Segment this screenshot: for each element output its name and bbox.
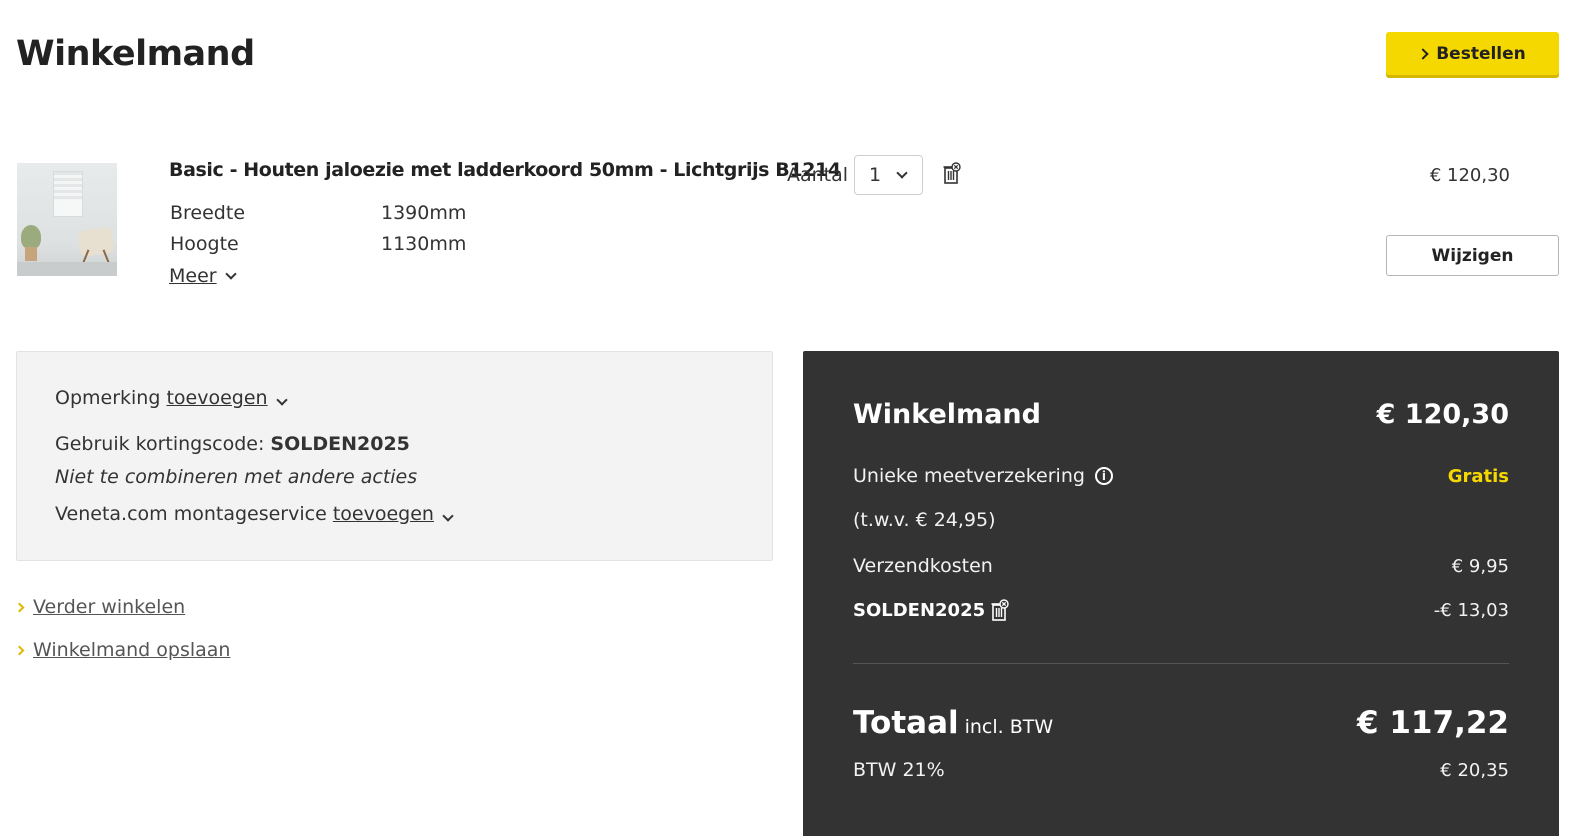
trash-icon[interactable] xyxy=(991,599,1009,621)
quantity-value: 1 xyxy=(869,164,882,186)
summary-subtotal: € 120,30 xyxy=(1376,399,1509,430)
total-suffix: incl. BTW xyxy=(964,716,1054,738)
shipping-label: Verzendkosten xyxy=(853,555,993,577)
quantity-select[interactable]: 1 xyxy=(854,155,923,195)
chevron-down-icon[interactable] xyxy=(442,510,454,522)
quantity-label: Aantal xyxy=(787,164,849,186)
continue-shopping-link[interactable]: Verder winkelen xyxy=(14,596,185,618)
insurance-note-row: (t.w.v. € 24,95) xyxy=(853,509,1509,531)
chevron-right-icon xyxy=(14,645,25,655)
shipping-row: Verzendkosten € 9,95 xyxy=(853,555,1509,577)
product-thumbnail[interactable] xyxy=(17,163,117,276)
shipping-value: € 9,95 xyxy=(1451,556,1509,577)
total-value: € 117,22 xyxy=(1357,705,1509,741)
spec-value-width: 1390mm xyxy=(381,202,467,224)
spec-value-height: 1130mm xyxy=(381,233,467,255)
order-button-label: Bestellen xyxy=(1436,43,1526,64)
chevron-down-icon[interactable] xyxy=(275,394,288,406)
chevron-down-icon xyxy=(896,167,908,179)
chevron-right-icon xyxy=(1417,48,1429,60)
discount-summary-row: SOLDEN2025 -€ 13,03 xyxy=(853,599,1509,621)
summary-header: Winkelmand € 120,30 xyxy=(853,399,1509,430)
remark-row: Opmerking toevoegen xyxy=(55,387,288,409)
insurance-label: Unieke meetverzekering xyxy=(853,465,1085,487)
spec-label-width: Breedte xyxy=(170,202,246,224)
order-summary: Winkelmand € 120,30 Unieke meetverzekeri… xyxy=(803,351,1559,836)
insurance-note: (t.w.v. € 24,95) xyxy=(853,509,996,531)
montage-add-link[interactable]: toevoegen xyxy=(333,503,434,525)
discount-code: SOLDEN2025 xyxy=(270,433,410,455)
edit-button[interactable]: Wijzigen xyxy=(1386,235,1559,276)
summary-divider xyxy=(853,663,1509,664)
item-price: € 120,30 xyxy=(1429,165,1510,186)
total-row: Totaal incl. BTW € 117,22 xyxy=(853,705,1509,741)
insurance-row: Unieke meetverzekering i Gratis xyxy=(853,465,1509,487)
trash-icon[interactable] xyxy=(943,162,961,184)
vat-row: BTW 21% € 20,35 xyxy=(853,759,1509,781)
discount-row: Gebruik kortingscode: SOLDEN2025 xyxy=(55,433,410,455)
chevron-right-icon xyxy=(14,602,25,612)
more-specs-label: Meer xyxy=(169,265,217,287)
montage-row: Veneta.com montageservice toevoegen xyxy=(55,503,454,525)
product-title[interactable]: Basic - Houten jaloezie met ladderkoord … xyxy=(169,159,841,181)
insurance-value: Gratis xyxy=(1447,466,1509,487)
save-cart-link[interactable]: Winkelmand opslaan xyxy=(14,639,230,661)
chevron-down-icon xyxy=(224,268,237,280)
spec-label-height: Hoogte xyxy=(170,233,239,255)
discount-summary-value: -€ 13,03 xyxy=(1433,599,1509,621)
discount-summary-label: SOLDEN2025 xyxy=(853,599,986,621)
info-icon[interactable]: i xyxy=(1094,467,1113,485)
order-button[interactable]: Bestellen xyxy=(1386,32,1559,75)
total-label: Totaal xyxy=(853,705,959,741)
vat-value: € 20,35 xyxy=(1440,760,1509,781)
summary-title: Winkelmand xyxy=(853,399,1041,430)
remark-add-link[interactable]: toevoegen xyxy=(166,387,267,409)
options-panel: Opmerking toevoegen Gebruik kortingscode… xyxy=(16,351,773,561)
discount-note: Niet te combineren met andere acties xyxy=(55,466,418,488)
vat-label: BTW 21% xyxy=(853,759,945,781)
page-title: Winkelmand xyxy=(16,34,255,74)
more-specs-link[interactable]: Meer xyxy=(169,265,237,287)
